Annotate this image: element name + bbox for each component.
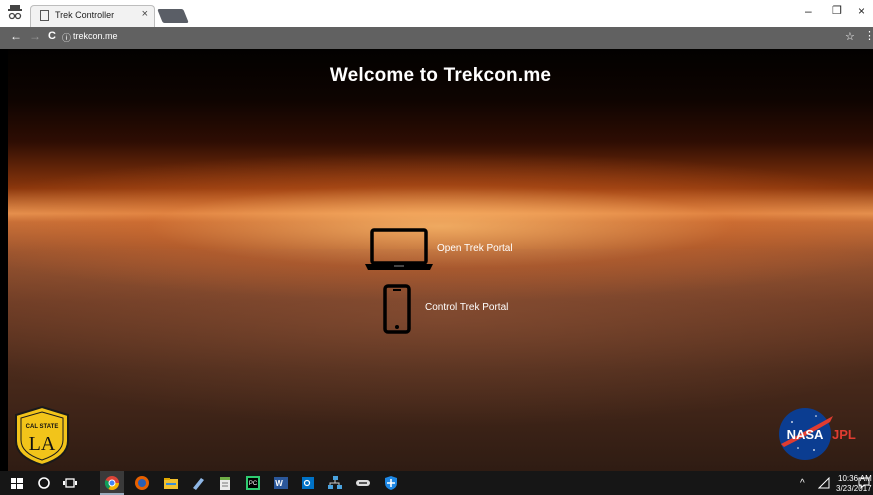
restore-button[interactable]: ❐ [832,4,842,17]
svg-text:PC: PC [249,481,258,487]
notification-icon[interactable] [858,477,870,489]
tab-close-icon[interactable]: × [142,8,148,20]
word-icon[interactable]: W [273,475,289,491]
open-trek-portal-label: Open Trek Portal [437,243,513,254]
windows-taskbar: PC W ^ 10:36 AM 3/23/2017 [0,471,873,495]
wifi-icon[interactable] [818,477,830,489]
browser-toolbar: ← → C ⓘ trekcon.me ☆ ⋮ [0,27,873,49]
control-trek-portal-label: Control Trek Portal [425,301,509,313]
page-background: Welcome to Trekcon.me Open Trek Portal C… [8,49,873,471]
network-app-icon[interactable] [327,475,343,491]
browser-menu-icon[interactable]: ⋮ [864,29,873,42]
close-window-button[interactable]: × [858,4,865,18]
windows-start-icon[interactable] [9,475,25,491]
laptop-icon [365,228,433,270]
back-button[interactable]: ← [10,29,22,43]
smartphone-icon [383,284,411,334]
notepad-icon[interactable] [217,475,233,491]
reload-button[interactable]: C [48,30,56,42]
logo-la-main-text: LA [29,433,56,455]
logo-la-top-text: CAL STATE [26,424,59,430]
tab-title: Trek Controller [55,10,115,20]
address-bar[interactable]: trekcon.me [73,31,118,41]
incognito-icon [8,5,22,20]
minimize-button[interactable]: – [805,4,812,18]
shield-app-icon[interactable] [383,475,399,491]
jpl-text: JPL [832,427,856,442]
page-icon [40,10,49,21]
new-tab-button[interactable] [157,9,189,23]
page-title: Welcome to Trekcon.me [329,65,552,86]
open-trek-portal-link[interactable]: Open Trek Portal [363,227,513,273]
site-info-icon[interactable]: ⓘ [62,31,71,44]
bookmark-star-icon[interactable]: ☆ [845,30,855,43]
pycharm-icon[interactable]: PC [245,475,261,491]
media-app-icon[interactable] [355,475,371,491]
control-trek-portal-link[interactable]: Control Trek Portal [382,284,508,334]
planet-haze [8,249,873,471]
chrome-icon[interactable] [104,475,120,491]
nasa-text: NASA [787,427,824,442]
outlook-icon[interactable] [300,475,316,491]
tray-chevron-icon[interactable]: ^ [800,478,805,489]
file-explorer-icon[interactable] [163,475,179,491]
task-view-icon[interactable] [62,475,78,491]
nasa-jpl-logo: NASA JPL [778,404,873,469]
search-circle-icon[interactable] [36,475,52,491]
forward-button[interactable]: → [29,29,41,43]
firefox-icon[interactable] [134,475,150,491]
cal-state-la-logo: CAL STATE LA [14,405,70,471]
browser-tab-strip: Trek Controller × – ❐ × [0,0,873,27]
svg-text:W: W [275,479,283,488]
pen-app-icon[interactable] [190,475,206,491]
tab-trek-controller[interactable]: Trek Controller × [30,5,155,27]
